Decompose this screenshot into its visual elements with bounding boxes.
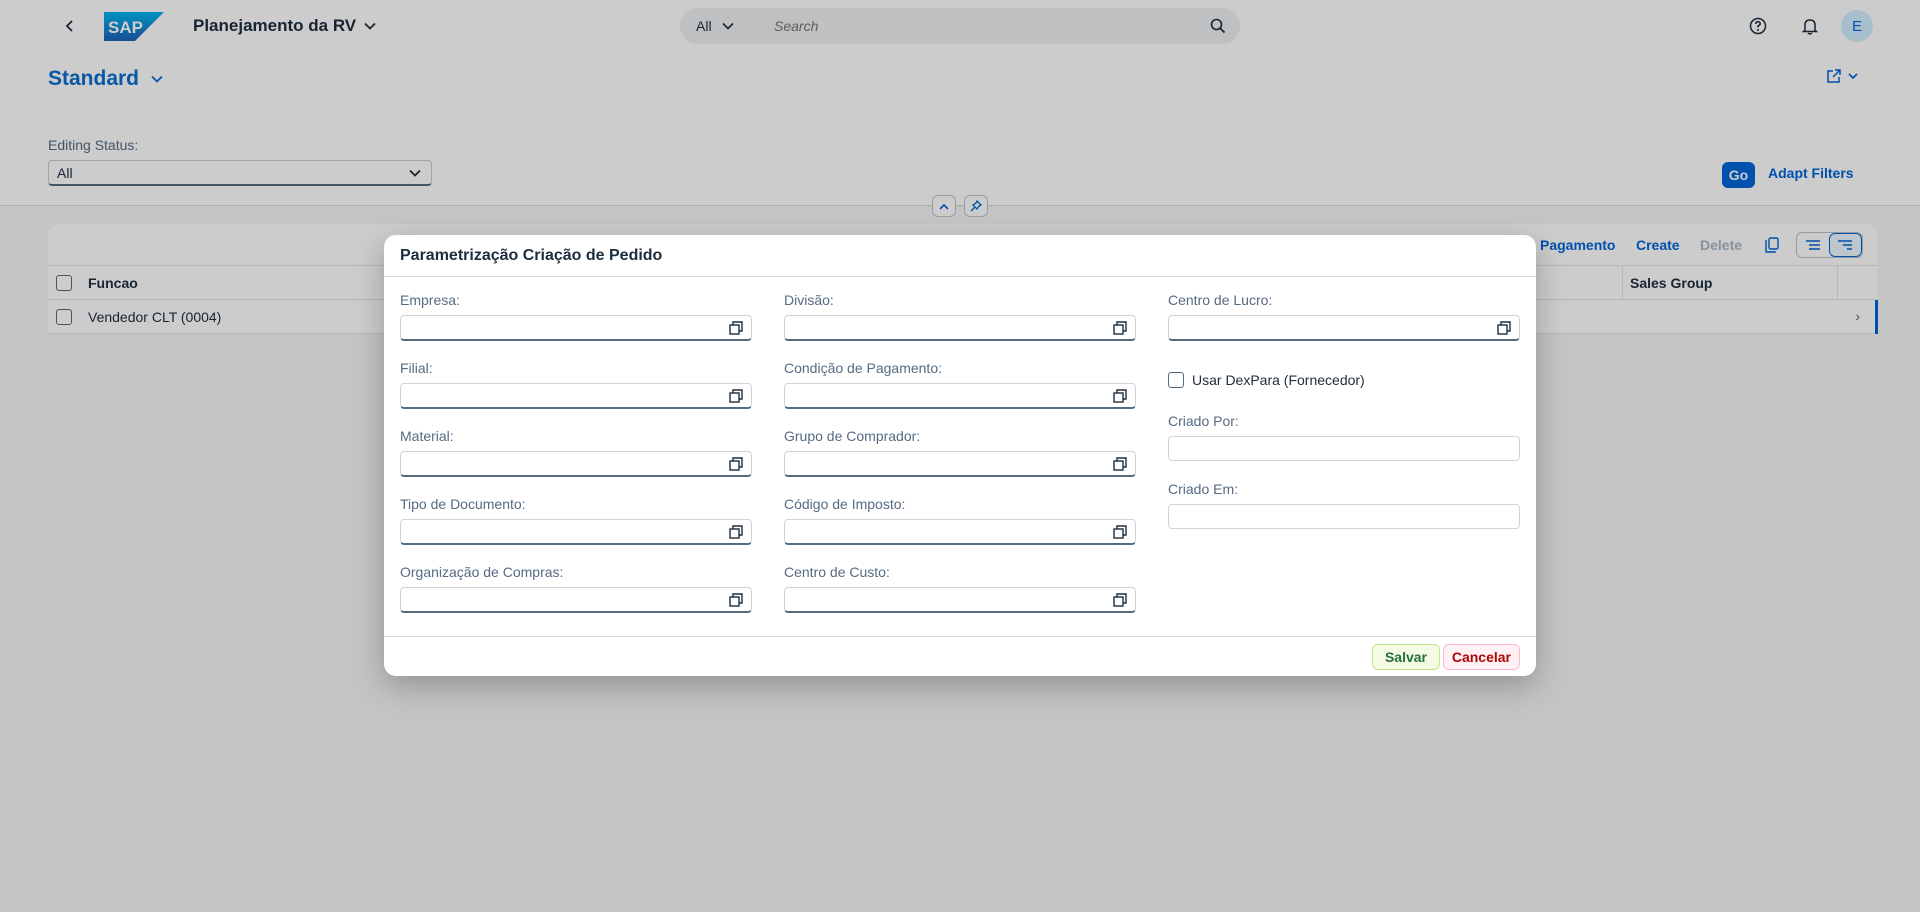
divisao-field[interactable]: [784, 315, 1136, 341]
centro-custo-label: Centro de Custo:: [784, 564, 890, 580]
criado-por-field: [1168, 436, 1520, 461]
centro-lucro-field[interactable]: [1168, 315, 1520, 341]
value-help-icon[interactable]: [728, 592, 744, 608]
empresa-label: Empresa:: [400, 292, 460, 308]
usar-dexpara-checkbox[interactable]: Usar DexPara (Fornecedor): [1168, 372, 1365, 388]
value-help-icon[interactable]: [1112, 320, 1128, 336]
criado-em-label: Criado Em:: [1168, 481, 1239, 497]
value-help-icon[interactable]: [728, 524, 744, 540]
value-help-icon[interactable]: [1496, 320, 1512, 336]
empresa-field[interactable]: [400, 315, 752, 341]
condicao-pagamento-label: Condição de Pagamento:: [784, 360, 942, 376]
value-help-icon[interactable]: [728, 456, 744, 472]
value-help-icon[interactable]: [1112, 592, 1128, 608]
dialog-title: Parametrização Criação de Pedido: [400, 247, 663, 264]
centro-custo-field[interactable]: [784, 587, 1136, 613]
value-help-icon[interactable]: [728, 320, 744, 336]
organizacao-compras-field[interactable]: [400, 587, 752, 613]
tipo-documento-label: Tipo de Documento:: [400, 496, 526, 512]
tipo-documento-field[interactable]: [400, 519, 752, 545]
codigo-imposto-label: Código de Imposto:: [784, 496, 906, 512]
value-help-icon[interactable]: [1112, 388, 1128, 404]
criado-por-label: Criado Por:: [1168, 413, 1239, 429]
organizacao-compras-label: Organização de Compras:: [400, 564, 564, 580]
save-button[interactable]: Salvar: [1371, 644, 1440, 670]
filial-label: Filial:: [400, 360, 433, 376]
centro-lucro-label: Centro de Lucro:: [1168, 292, 1273, 308]
value-help-icon[interactable]: [1112, 524, 1128, 540]
usar-dexpara-label: Usar DexPara (Fornecedor): [1192, 372, 1365, 388]
parametrizacao-dialog: Parametrização Criação de Pedido Empresa…: [384, 235, 1536, 676]
material-label: Material:: [400, 428, 454, 444]
cancel-button[interactable]: Cancelar: [1442, 644, 1520, 670]
divisao-label: Divisão:: [784, 292, 834, 308]
value-help-icon[interactable]: [728, 388, 744, 404]
criado-em-field: [1168, 504, 1520, 529]
dialog-header: Parametrização Criação de Pedido: [384, 235, 1536, 277]
grupo-comprador-field[interactable]: [784, 451, 1136, 477]
value-help-icon[interactable]: [1112, 456, 1128, 472]
dialog-footer: Salvar Cancelar: [384, 636, 1536, 676]
filial-field[interactable]: [400, 383, 752, 409]
condicao-pagamento-field[interactable]: [784, 383, 1136, 409]
checkbox-box[interactable]: [1168, 372, 1184, 388]
grupo-comprador-label: Grupo de Comprador:: [784, 428, 921, 444]
codigo-imposto-field[interactable]: [784, 519, 1136, 545]
material-field[interactable]: [400, 451, 752, 477]
